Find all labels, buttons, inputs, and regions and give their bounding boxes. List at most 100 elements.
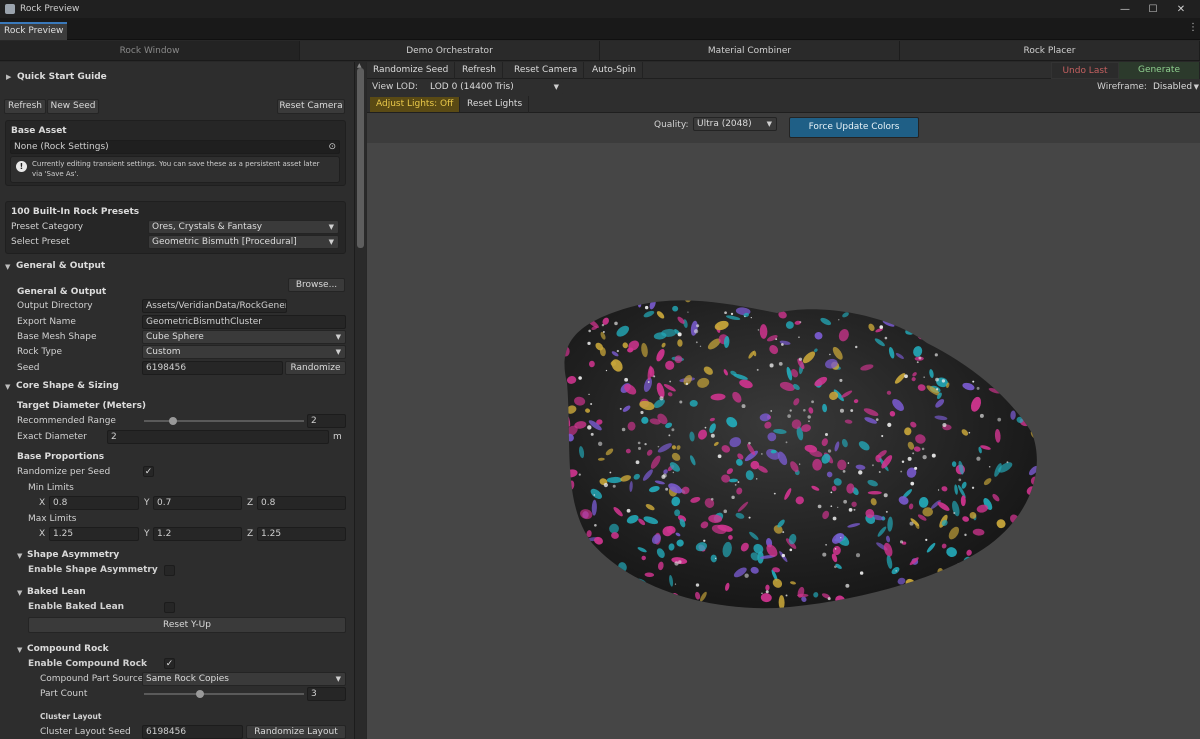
rock-highlight — [830, 491, 833, 494]
rock-highlight — [960, 573, 965, 577]
info-line-2: via 'Save As'. — [32, 170, 79, 178]
max-x-field[interactable]: 1.25 — [49, 527, 139, 541]
rock-spot — [564, 318, 566, 329]
collapse-arrow-icon[interactable]: ▼ — [17, 589, 22, 597]
rock-spot — [1026, 346, 1037, 355]
reset-y-up-button[interactable]: Reset Y-Up — [28, 617, 346, 633]
quick-start-section[interactable]: ▶ Quick Start Guide — [0, 70, 354, 88]
base-mesh-value: Cube Sphere — [146, 332, 204, 342]
randomize-seed-button[interactable]: Randomize — [285, 361, 346, 375]
enable-baked-lean-checkbox[interactable] — [164, 602, 175, 613]
randomize-per-seed-checkbox[interactable]: ✓ — [143, 466, 154, 477]
select-preset-dropdown[interactable]: Geometric Bismuth [Procedural] ▼ — [148, 235, 339, 249]
min-x-field[interactable]: 0.8 — [49, 496, 139, 510]
reset-lights-button[interactable]: Reset Lights — [461, 96, 530, 113]
generate-prefab-button[interactable]: Generate Prefab — [1119, 62, 1200, 92]
rock-spot — [564, 390, 566, 397]
rock-spot — [1006, 304, 1016, 314]
chevron-down-icon: ▼ — [766, 120, 772, 128]
min-y-label: Y — [144, 498, 150, 508]
rock-spot — [988, 357, 997, 364]
reset-camera-button[interactable]: Reset Camera — [277, 99, 345, 114]
collapse-arrow-icon[interactable]: ▼ — [5, 383, 10, 391]
refresh-preview-button[interactable]: Refresh — [456, 62, 503, 79]
browse-button[interactable]: Browse... — [288, 278, 345, 292]
force-update-colors-button[interactable]: Force Update Colors — [789, 117, 919, 138]
rock-spot — [1033, 564, 1037, 573]
min-y-field[interactable]: 0.7 — [153, 496, 242, 510]
quality-dropdown[interactable]: Ultra (2048) ▼ — [693, 117, 777, 131]
rock-highlight — [916, 361, 919, 364]
close-button[interactable]: ✕ — [1162, 0, 1200, 18]
part-count-knob[interactable] — [196, 690, 204, 698]
rock-highlight — [887, 422, 892, 427]
collapse-arrow-icon[interactable]: ▼ — [17, 552, 22, 560]
rock-highlight — [670, 598, 675, 603]
nav-rock-placer[interactable]: Rock Placer — [900, 41, 1200, 60]
rock-highlight — [785, 441, 788, 444]
base-asset-field[interactable]: None (Rock Settings) ⊙ — [10, 140, 340, 154]
max-z-field[interactable]: 1.25 — [257, 527, 346, 541]
exact-diameter-field[interactable]: 2 — [107, 430, 329, 444]
part-count-slider[interactable] — [144, 693, 304, 695]
part-count-field[interactable]: 3 — [307, 687, 346, 701]
presets-title: 100 Built-In Rock Presets — [11, 207, 140, 217]
recommended-range-knob[interactable] — [168, 417, 177, 425]
max-y-field[interactable]: 1.2 — [153, 527, 242, 541]
rock-highlight — [614, 321, 618, 326]
rock-preview-viewport[interactable] — [367, 143, 1200, 739]
rock-type-dropdown[interactable]: Custom ▼ — [142, 345, 346, 359]
cluster-seed-field[interactable]: 6198456 — [142, 725, 243, 739]
rock-highlight — [587, 341, 591, 346]
rock-highlight — [651, 611, 653, 613]
new-seed-button[interactable]: New Seed — [47, 99, 99, 114]
compound-rock-header[interactable]: Compound Rock — [27, 644, 109, 654]
seed-field[interactable]: 6198456 — [142, 361, 283, 375]
undo-last-button[interactable]: Undo Last — [1051, 62, 1119, 79]
export-name-field[interactable]: GeometricBismuthCluster — [142, 315, 346, 329]
general-section-header[interactable]: General & Output — [16, 261, 105, 271]
base-mesh-dropdown[interactable]: Cube Sphere ▼ — [142, 330, 346, 344]
rock-highlight — [590, 432, 594, 436]
rock-highlight — [907, 456, 912, 461]
reset-camera-preview-button[interactable]: Reset Camera — [508, 62, 585, 79]
rock-highlight — [824, 433, 828, 437]
nav-demo-orchestrator[interactable]: Demo Orchestrator — [300, 41, 600, 60]
adjust-lights-toggle[interactable]: Adjust Lights: Off — [370, 97, 461, 112]
rock-highlight — [621, 427, 626, 432]
core-shape-header[interactable]: Core Shape & Sizing — [16, 381, 119, 391]
compound-source-label: Compound Part Source — [40, 674, 144, 684]
recommended-range-field[interactable]: 2 — [307, 414, 346, 428]
refresh-button[interactable]: Refresh — [4, 99, 46, 114]
tab-rock-preview[interactable]: Rock Preview — [0, 22, 68, 40]
rock-spot — [1037, 586, 1045, 602]
enable-compound-checkbox[interactable]: ✓ — [164, 658, 175, 669]
randomize-seed-button[interactable]: Randomize Seed — [367, 62, 456, 79]
object-picker-icon[interactable]: ⊙ — [328, 141, 336, 153]
rock-highlight — [647, 381, 650, 383]
min-z-field[interactable]: 0.8 — [257, 496, 346, 510]
rock-highlight — [934, 353, 938, 357]
preset-category-dropdown[interactable]: Ores, Crystals & Fantasy ▼ — [148, 220, 339, 234]
output-directory-field[interactable]: Assets/VeridianData/RockGenera — [142, 299, 287, 313]
nav-material-combiner[interactable]: Material Combiner — [600, 41, 900, 60]
nav-rock-window[interactable]: Rock Window — [0, 41, 300, 60]
wireframe-dropdown[interactable]: Disabled ▼ — [1149, 80, 1200, 95]
max-y-label: Y — [144, 529, 150, 539]
collapse-arrow-icon[interactable]: ▼ — [17, 646, 22, 654]
compound-source-dropdown[interactable]: Same Rock Copies ▼ — [142, 672, 346, 686]
enable-asymmetry-checkbox[interactable] — [164, 565, 175, 576]
baked-lean-header[interactable]: Baked Lean — [27, 587, 86, 597]
tab-menu-icon[interactable]: ⋮ — [1188, 22, 1198, 33]
left-panel-scrollbar[interactable]: ▲ — [354, 62, 366, 739]
view-lod-dropdown[interactable]: LOD 0 (14400 Tris) ▼ — [426, 80, 564, 95]
window-title: Rock Preview — [20, 4, 80, 14]
rock-highlight — [634, 581, 637, 584]
auto-spin-button[interactable]: Auto-Spin — [586, 62, 643, 79]
collapse-arrow-icon[interactable]: ▼ — [5, 263, 10, 271]
shape-asymmetry-header[interactable]: Shape Asymmetry — [27, 550, 119, 560]
scrollbar-thumb[interactable] — [357, 68, 364, 248]
rock-highlight — [798, 357, 803, 361]
base-mesh-label: Base Mesh Shape — [17, 332, 97, 342]
randomize-layout-button[interactable]: Randomize Layout — [246, 725, 346, 739]
